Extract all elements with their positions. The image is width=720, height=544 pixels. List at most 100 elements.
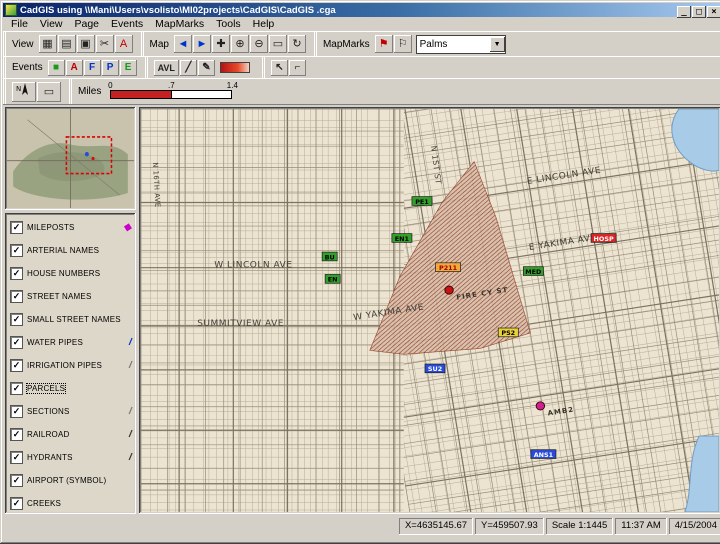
svg-text:BU: BU [325, 254, 335, 261]
layer-symbol-icon: / [128, 451, 134, 464]
extra-toolbar: ↖ ⌐ [261, 57, 306, 78]
scalebar-group: Miles 0 .7 1.4 [69, 79, 238, 104]
layer-item-house-numbers[interactable]: ✓ HOUSE NUMBERS [7, 262, 136, 285]
mapmarks-combo[interactable]: Palms ▼ [415, 34, 506, 54]
marker-med[interactable]: MED [522, 266, 544, 276]
chevron-down-icon[interactable]: ▼ [489, 36, 505, 52]
font-button[interactable]: A [114, 35, 133, 53]
layer-symbol-icon: / [128, 359, 134, 372]
marker-su2[interactable]: SU2 [424, 363, 446, 373]
layer-label: WATER PIPES [27, 338, 83, 347]
north-arrow-button[interactable]: N [12, 81, 36, 102]
layer-item-irrigation-pipes[interactable]: ✓ IRRIGATION PIPES / [7, 354, 136, 377]
marker-en1[interactable]: EN1 [391, 233, 413, 243]
layer-item-water-pipes[interactable]: ✓ WATER PIPES / [7, 331, 136, 354]
layer-checkbox-small-street-names[interactable]: ✓ [10, 313, 23, 326]
layer-label: SECTIONS [27, 407, 70, 416]
svg-text:ANS1: ANS1 [534, 452, 553, 459]
pointer-button[interactable]: ↖ [270, 59, 288, 76]
layer-item-airport-symbol[interactable]: ✓ AIRPORT (SYMBOL) [7, 469, 136, 492]
print-button[interactable]: ▤ [57, 35, 76, 53]
svg-text:PE1: PE1 [415, 199, 429, 206]
layer-item-sections[interactable]: ✓ SECTIONS / [7, 400, 136, 423]
layer-label: ARTERIAL NAMES [27, 246, 100, 255]
event-accident-button[interactable]: A [65, 59, 83, 76]
refresh-button[interactable]: ↻ [287, 35, 306, 53]
scalebar-tick: 0 [108, 80, 113, 90]
layer-label: MILEPOSTS [27, 223, 75, 232]
scalebar-tick: .7 [168, 80, 175, 90]
layer-checkbox-sections[interactable]: ✓ [10, 405, 23, 418]
layer-item-creeks[interactable]: ✓ CREEKS [7, 492, 136, 514]
event-new-button[interactable]: ■ [47, 59, 65, 76]
layer-checkbox-house-numbers[interactable]: ✓ [10, 267, 23, 280]
svg-text:MED: MED [525, 269, 541, 276]
event-ems-button[interactable]: E [119, 59, 137, 76]
marker-hosp[interactable]: HOSP [590, 233, 617, 243]
view-toolbar-label: View [12, 38, 34, 50]
flag-corner-button[interactable]: ⌐ [288, 59, 306, 76]
copy-map-button[interactable]: ▣ [76, 35, 95, 53]
measure-button[interactable]: ╱ [179, 59, 197, 76]
layer-checkbox-water-pipes[interactable]: ✓ [10, 336, 23, 349]
layer-item-railroad[interactable]: ✓ RAILROAD / [7, 423, 136, 446]
menu-events[interactable]: Events [105, 18, 149, 30]
layer-item-small-street-names[interactable]: ✓ SMALL STREET NAMES [7, 308, 136, 331]
menu-tools[interactable]: Tools [210, 18, 247, 30]
zoom-extent-button[interactable]: ▭ [268, 35, 287, 53]
map-canvas[interactable]: N 1ST STN 16TH AVE E LINCOLN AVEW LINCOLN… [141, 109, 719, 512]
window-bottom-edge [3, 535, 720, 541]
layer-checkbox-airport-symbol[interactable]: ✓ [10, 474, 23, 487]
zoom-out-button[interactable]: ⊖ [249, 35, 268, 53]
status-x-coordinate: X=4635145.67 [399, 518, 473, 535]
marker-p211[interactable]: P211 [435, 262, 461, 272]
forward-arrow-button[interactable]: ► [192, 35, 211, 53]
event-police-button[interactable]: P [101, 59, 119, 76]
clip-button[interactable]: ✂ [95, 35, 114, 53]
layout-button[interactable]: ▦ [38, 35, 57, 53]
layer-item-street-names[interactable]: ✓ STREET NAMES [7, 285, 136, 308]
add-mapmark-button[interactable]: ⚑ [374, 35, 393, 53]
menu-help[interactable]: Help [247, 18, 281, 30]
layer-checkbox-street-names[interactable]: ✓ [10, 290, 23, 303]
layer-checkbox-arterial-names[interactable]: ✓ [10, 244, 23, 257]
goto-mapmark-button[interactable]: ⚐ [393, 35, 412, 53]
pan-button[interactable]: ✚ [211, 35, 230, 53]
avl-button[interactable]: AVL [153, 59, 179, 76]
marker-ps2[interactable]: PS2 [497, 327, 519, 337]
layer-item-parcels[interactable]: ✓ PARCELS [7, 377, 136, 400]
scale-tool-button[interactable]: ▭ [37, 81, 61, 102]
back-arrow-button[interactable]: ◄ [173, 35, 192, 53]
layer-item-hydrants[interactable]: ✓ HYDRANTS / [7, 446, 136, 469]
marker-ans1[interactable]: ANS1 [530, 449, 557, 459]
layer-checkbox-railroad[interactable]: ✓ [10, 428, 23, 441]
marker-bu[interactable]: BU [321, 251, 338, 261]
marker-en[interactable]: EN [324, 274, 341, 284]
overview-map[interactable] [5, 107, 136, 210]
event-fire-button[interactable]: F [83, 59, 101, 76]
layer-checkbox-creeks[interactable]: ✓ [10, 497, 23, 510]
map-view[interactable]: N 1ST ST N 16TH AVE E LINCOLN AVE W LINCOLN… [139, 107, 720, 514]
view-toolbar: View ▦ ▤ ▣ ✂ A [3, 32, 133, 56]
title-bar[interactable]: CadGIS using \\Mani\Users\vsolisto\MI02p… [3, 3, 720, 18]
main-content: ✓ MILEPOSTS ◆ ✓ ARTERIAL NAMES ✓ HOUSE NUMBERS… [3, 105, 720, 516]
app-icon [5, 4, 17, 16]
layer-label: HYDRANTS [27, 453, 73, 462]
menu-mapmarks[interactable]: MapMarks [149, 18, 210, 30]
menu-file[interactable]: File [5, 18, 34, 30]
svg-text:EN: EN [328, 277, 338, 284]
layer-checkbox-irrigation-pipes[interactable]: ✓ [10, 359, 23, 372]
layer-item-mileposts[interactable]: ✓ MILEPOSTS ◆ [7, 216, 136, 239]
layer-checkbox-mileposts[interactable]: ✓ [10, 221, 23, 234]
mapmarks-toolbar-label: MapMarks [322, 38, 370, 50]
menu-page[interactable]: Page [69, 18, 106, 30]
marker-pe1[interactable]: PE1 [411, 196, 433, 206]
layer-checkbox-parcels[interactable]: ✓ [10, 382, 23, 395]
layer-checkbox-hydrants[interactable]: ✓ [10, 451, 23, 464]
layer-item-arterial-names[interactable]: ✓ ARTERIAL NAMES [7, 239, 136, 262]
north-arrow-icon: N [16, 82, 28, 95]
zoom-in-button[interactable]: ⊕ [230, 35, 249, 53]
draw-button[interactable]: ✎ [197, 59, 215, 76]
menu-view[interactable]: View [34, 18, 69, 30]
svg-text:SU2: SU2 [428, 366, 442, 373]
